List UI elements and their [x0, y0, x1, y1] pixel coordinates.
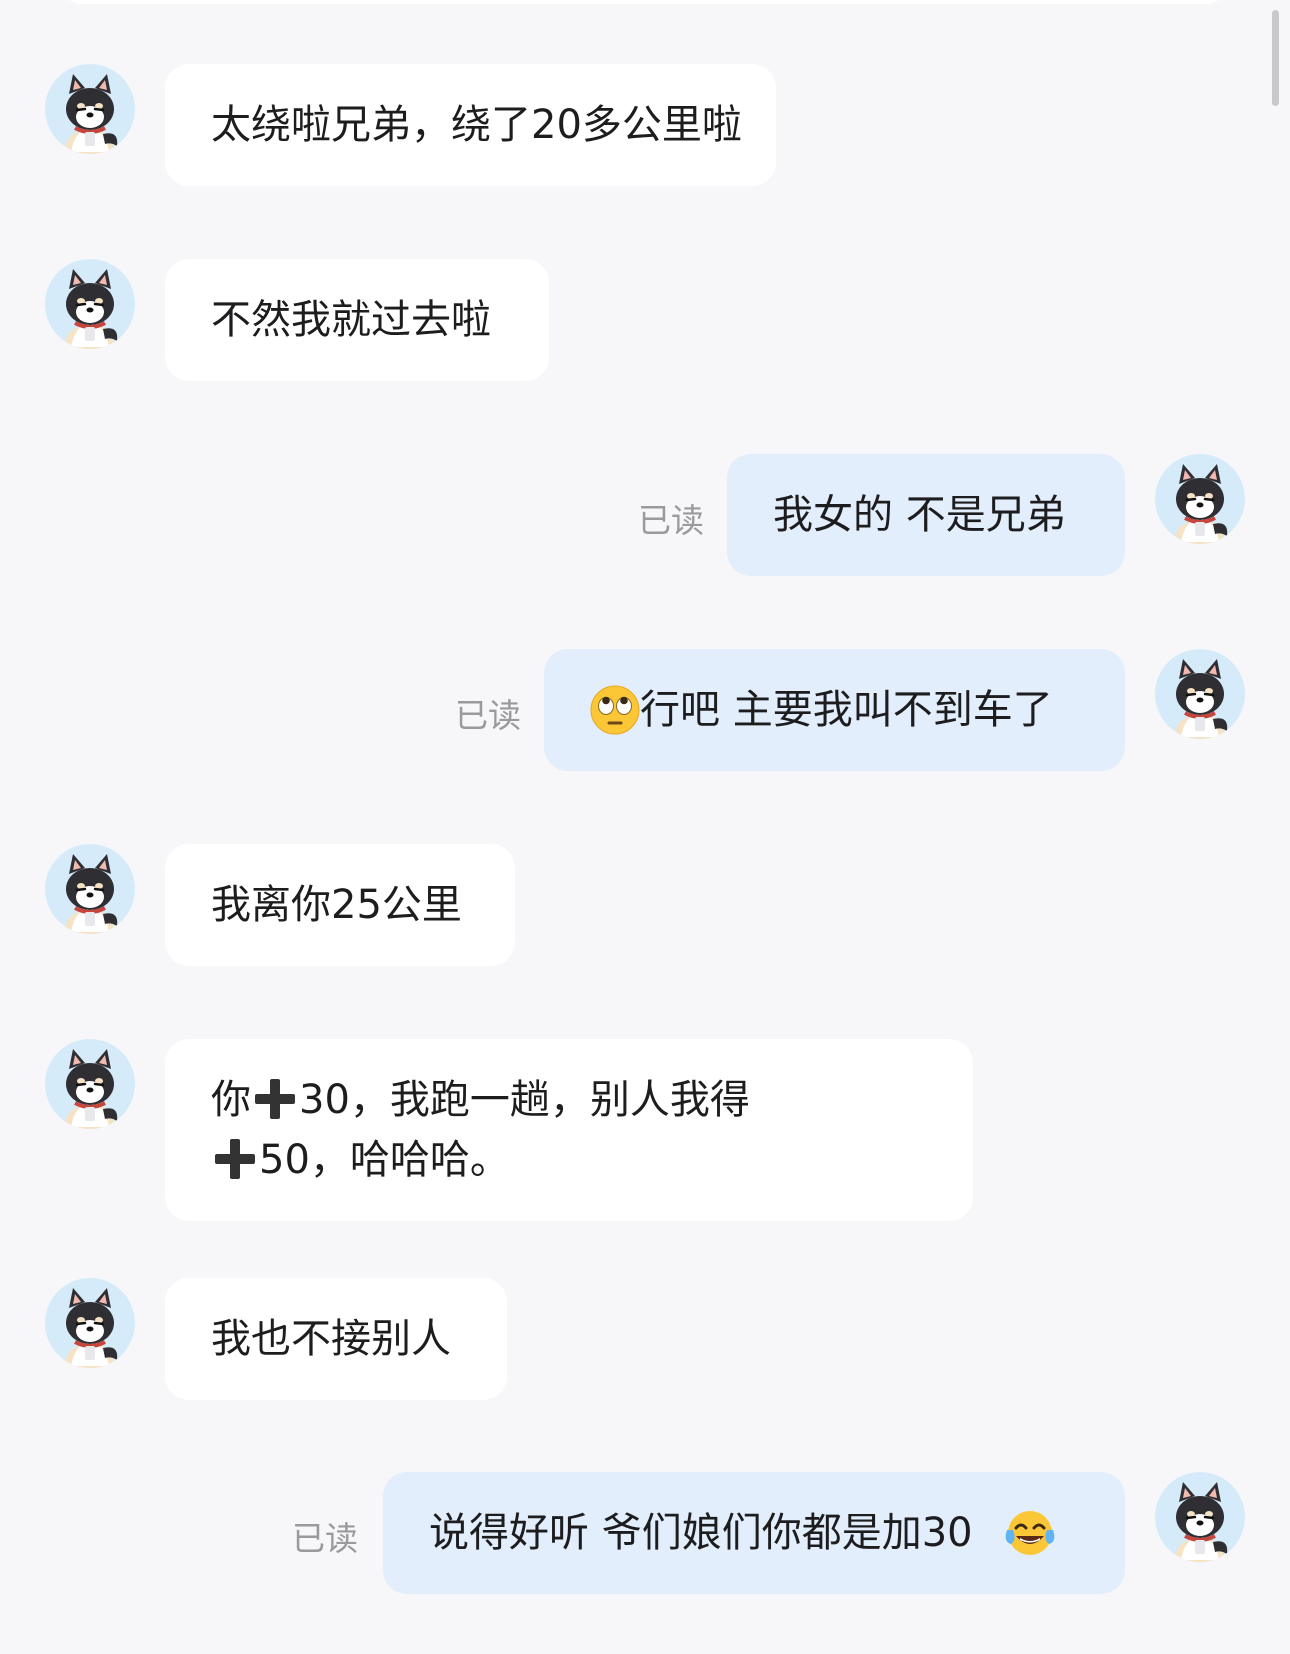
- outgoing-message-bubble[interactable]: 说得好听 爷们娘们你都是加30: [383, 1472, 1125, 1594]
- message-text: 我也不接别人: [211, 1316, 451, 1362]
- message-text: 行吧 主要我叫不到车了: [640, 687, 1053, 733]
- shiba-dog-avatar-icon: [1176, 1482, 1228, 1562]
- scrollbar[interactable]: [1272, 10, 1279, 106]
- shiba-dog-avatar-icon: [1176, 464, 1228, 544]
- outgoing-message-bubble[interactable]: 行吧 主要我叫不到车了: [544, 649, 1125, 771]
- contact-avatar[interactable]: [45, 259, 135, 349]
- message-text: 30，我跑一趟，别人我得: [299, 1077, 750, 1123]
- message-text: 我女的 不是兄弟: [773, 492, 1066, 538]
- incoming-message-bubble[interactable]: 不然我就过去啦: [165, 259, 549, 381]
- incoming-message-bubble[interactable]: 你 30，我跑一趟，别人我得 50，哈哈哈。: [165, 1039, 973, 1221]
- incoming-message-bubble[interactable]: 我也不接别人: [165, 1278, 507, 1400]
- contact-avatar[interactable]: [45, 1039, 135, 1129]
- read-status: 已读: [638, 501, 704, 540]
- shiba-dog-avatar-icon: [66, 269, 118, 349]
- eye-roll-emoji: [590, 685, 640, 735]
- heavy-plus-icon: [255, 1079, 295, 1119]
- self-avatar[interactable]: [1155, 454, 1245, 544]
- contact-avatar[interactable]: [45, 844, 135, 934]
- message-text: 说得好听 爷们娘们你都是加30: [429, 1510, 973, 1556]
- read-status: 已读: [292, 1519, 358, 1558]
- message-line: 50，哈哈哈。: [211, 1130, 927, 1190]
- message-text: 50，哈哈哈。: [259, 1137, 510, 1183]
- message-text: 不然我就过去啦: [211, 297, 491, 343]
- shiba-dog-avatar-icon: [66, 74, 118, 154]
- read-status: 已读: [455, 696, 521, 735]
- shiba-dog-avatar-icon: [66, 1288, 118, 1368]
- self-avatar[interactable]: [1155, 1472, 1245, 1562]
- previous-message-card-edge: [60, 0, 1228, 4]
- incoming-message-bubble[interactable]: 我离你25公里: [165, 844, 515, 966]
- message-line: 你 30，我跑一趟，别人我得: [211, 1070, 927, 1130]
- shiba-dog-avatar-icon: [1176, 659, 1228, 739]
- message-text: 太绕啦兄弟，绕了20多公里啦: [211, 102, 742, 148]
- contact-avatar[interactable]: [45, 64, 135, 154]
- contact-avatar[interactable]: [45, 1278, 135, 1368]
- shiba-dog-avatar-icon: [66, 854, 118, 934]
- self-avatar[interactable]: [1155, 649, 1245, 739]
- incoming-message-bubble[interactable]: 太绕啦兄弟，绕了20多公里啦: [165, 64, 776, 186]
- shiba-dog-avatar-icon: [66, 1049, 118, 1129]
- heavy-plus-icon: [215, 1139, 255, 1179]
- message-text: 我离你25公里: [211, 882, 462, 928]
- message-text: 你: [211, 1077, 251, 1123]
- tears-of-joy-emoji: [1005, 1511, 1054, 1555]
- outgoing-message-bubble[interactable]: 我女的 不是兄弟: [727, 454, 1125, 576]
